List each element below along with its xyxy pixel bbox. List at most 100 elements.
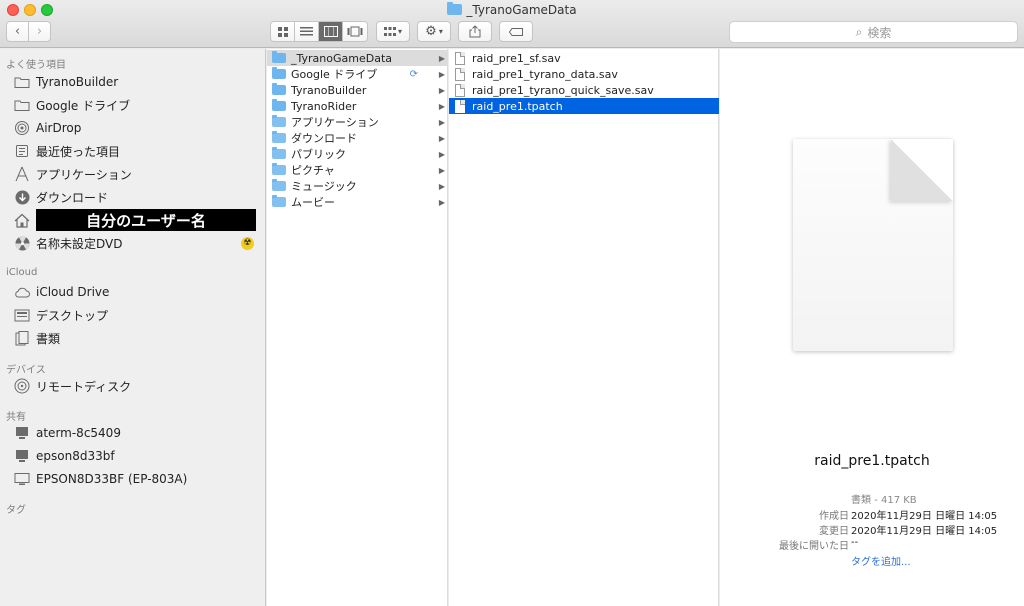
public-folder-icon: [272, 147, 286, 159]
list-view-button[interactable]: [295, 22, 319, 41]
column-item-movies[interactable]: ムービー ▶: [267, 194, 448, 210]
column-item-label: アプリケーション: [291, 116, 379, 129]
sidebar-item-label: 最近使った項目: [36, 144, 121, 159]
sidebar-item-dvd[interactable]: 名称未設定DVD ☢: [0, 232, 266, 254]
sidebar-item-label: ダウンロード: [36, 190, 109, 205]
disclosure-arrow-icon: ▶: [438, 197, 445, 207]
sidebar-item-airdrop[interactable]: AirDrop: [0, 117, 266, 139]
column-item-public[interactable]: パブリック ▶: [267, 146, 448, 162]
sidebar-item-label: Google ドライブ: [36, 98, 131, 113]
gear-icon: ⚙: [425, 24, 437, 39]
column-item-label: ミュージック: [291, 180, 357, 193]
file-item-sf-sav[interactable]: raid_pre1_sf.sav: [449, 50, 719, 66]
column-item-tyranobuilder[interactable]: TyranoBuilder ▶: [267, 82, 448, 98]
column-item-label: TyranoBuilder: [291, 83, 367, 97]
sidebar-item-label: aterm-8c5409: [36, 426, 121, 440]
documents-icon: [14, 330, 30, 346]
sidebar-item-remote-disc[interactable]: リモートディスク: [0, 375, 266, 397]
column-item-tyranorider[interactable]: TyranoRider ▶: [267, 98, 448, 114]
gallery-view-button[interactable]: [343, 22, 367, 41]
search-icon: ⌕: [855, 24, 863, 39]
sidebar-item-desktop[interactable]: デスクトップ: [0, 304, 266, 326]
document-icon: [455, 51, 465, 65]
sidebar-item-label: 自分のユーザー名: [36, 209, 256, 231]
forward-button[interactable]: ›: [28, 21, 51, 42]
sidebar-item-label: AirDrop: [36, 121, 82, 135]
sidebar-item-label: 名称未設定DVD: [36, 236, 123, 251]
sidebar-item-applications[interactable]: アプリケーション: [0, 163, 266, 185]
desktop-icon: [14, 307, 30, 323]
back-button[interactable]: ‹: [6, 21, 29, 42]
sidebar-item-epson-printer[interactable]: EPSON8D33BF (EP-803A): [0, 468, 266, 490]
preview-modified-row: 変更日 2020年11月29日 日曜日 14:05: [720, 522, 1024, 537]
add-tags-link[interactable]: タグを追加...: [851, 553, 911, 568]
list-icon: [300, 27, 313, 36]
sidebar-item-home[interactable]: 自分のユーザー名: [0, 209, 266, 231]
sidebar-item-tyranobuilder[interactable]: TyranoBuilder: [0, 71, 266, 93]
sidebar-item-epson8d33bf[interactable]: epson8d33bf: [0, 445, 266, 467]
column-item-label: TyranoRider: [291, 99, 357, 113]
sidebar-item-downloads[interactable]: ダウンロード: [0, 186, 266, 208]
sidebar: よく使う項目 TyranoBuilder Google ドライブ AirDrop…: [0, 49, 266, 606]
sidebar-item-documents[interactable]: 書類: [0, 327, 266, 349]
column-home-folder: _TyranoGameData ▶ Google ドライブ ⟳ ▶ Tyrano…: [267, 49, 448, 606]
home-icon: [14, 212, 30, 228]
column-item-applications[interactable]: アプリケーション ▶: [267, 114, 448, 130]
disclosure-arrow-icon: ▶: [438, 117, 445, 127]
edit-tags-button[interactable]: [499, 21, 533, 42]
remote-disc-icon: [14, 378, 30, 394]
column-item-google-drive[interactable]: Google ドライブ ⟳ ▶: [267, 66, 448, 82]
column-item-label: _TyranoGameData: [291, 51, 392, 65]
sidebar-item-recents[interactable]: 最近使った項目: [0, 140, 266, 162]
eject-icon[interactable]: ☢: [241, 236, 254, 250]
sidebar-header-shared: 共有: [6, 412, 26, 423]
tag-icon: [509, 27, 523, 36]
last-opened-label: 最後に開いた日: [779, 541, 849, 552]
created-value: 2020年11月29日 日曜日 14:05: [851, 511, 998, 522]
chevron-down-icon: ▾: [397, 27, 402, 36]
column-item-tyranogamedata[interactable]: _TyranoGameData ▶: [267, 50, 448, 66]
file-item-tyrano-data-sav[interactable]: raid_pre1_tyrano_data.sav: [449, 66, 719, 82]
sidebar-item-label: リモートディスク: [36, 379, 132, 394]
music-folder-icon: [272, 179, 286, 191]
group-by-button[interactable]: ▾: [376, 21, 410, 42]
document-icon: [455, 99, 465, 113]
sidebar-item-aterm[interactable]: aterm-8c5409: [0, 422, 266, 444]
created-label: 作成日: [819, 511, 849, 522]
computer-icon: [14, 425, 30, 441]
column-item-downloads[interactable]: ダウンロード ▶: [267, 130, 448, 146]
action-menu-button[interactable]: ⚙ ▾: [417, 21, 451, 42]
applications-folder-icon: [272, 115, 286, 127]
preview-kind-size: 書類 - 417 KB: [851, 495, 917, 506]
sidebar-item-label: TyranoBuilder: [36, 75, 119, 89]
preview-created-row: 作成日 2020年11月29日 日曜日 14:05: [720, 507, 1024, 522]
disclosure-arrow-icon: ▶: [438, 181, 445, 191]
folder-icon: [272, 51, 286, 63]
airdrop-icon: [14, 120, 30, 136]
file-item-label: raid_pre1_sf.sav: [472, 51, 561, 65]
window-title: _TyranoGameData: [0, 2, 1024, 17]
downloads-folder-icon: [272, 131, 286, 143]
file-item-label: raid_pre1_tyrano_quick_save.sav: [472, 83, 654, 97]
last-opened-value: --: [851, 537, 859, 548]
share-button[interactable]: [458, 21, 492, 42]
column-item-pictures[interactable]: ピクチャ ▶: [267, 162, 448, 178]
sidebar-item-label: 書類: [36, 331, 61, 346]
disclosure-arrow-icon: ▶: [438, 85, 445, 95]
sidebar-item-google-drive[interactable]: Google ドライブ: [0, 94, 266, 116]
file-item-label: raid_pre1.tpatch: [472, 99, 563, 113]
file-item-quick-save-sav[interactable]: raid_pre1_tyrano_quick_save.sav: [449, 82, 719, 98]
column-view-button[interactable]: [319, 22, 343, 41]
group-icon: [383, 26, 396, 36]
search-placeholder: 検索: [867, 25, 892, 40]
applications-icon: [14, 166, 30, 182]
sidebar-item-icloud-drive[interactable]: iCloud Drive: [0, 281, 266, 303]
file-item-tpatch[interactable]: raid_pre1.tpatch: [449, 98, 719, 114]
columns-icon: [323, 26, 338, 37]
share-icon: [469, 25, 481, 38]
sidebar-header-icloud: iCloud: [6, 267, 38, 278]
search-field[interactable]: ⌕ 検索: [729, 21, 1018, 43]
column-item-music[interactable]: ミュージック ▶: [267, 178, 448, 194]
icon-view-button[interactable]: [271, 22, 295, 41]
folder-icon: [14, 74, 30, 90]
